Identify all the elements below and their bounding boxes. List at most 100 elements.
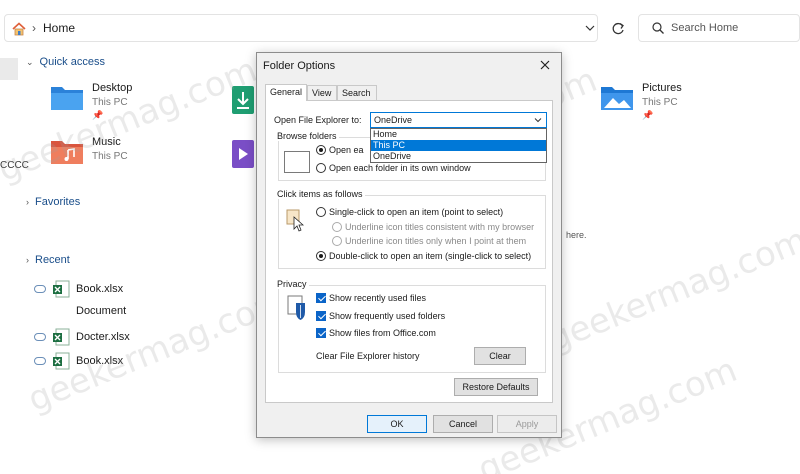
folder-tile-pictures[interactable]: Pictures This PC 📌 bbox=[600, 82, 682, 121]
cloud-icon bbox=[34, 333, 46, 341]
file-name: Book.xlsx bbox=[76, 355, 124, 367]
browse-preview-image bbox=[284, 151, 310, 173]
search-placeholder: Search Home bbox=[671, 22, 739, 34]
clear-history-label: Clear File Explorer history bbox=[316, 351, 420, 361]
excel-file-icon bbox=[53, 352, 70, 370]
list-item[interactable]: Book.xlsx bbox=[34, 280, 123, 298]
group-title: Privacy bbox=[275, 279, 309, 289]
sidebar-item-label: Favorites bbox=[35, 196, 81, 208]
tile-name: Desktop bbox=[92, 82, 133, 94]
tile-name: Music bbox=[92, 136, 121, 148]
radio-open-same-window[interactable]: Open ea bbox=[316, 145, 364, 155]
chevron-down-icon[interactable] bbox=[583, 21, 597, 35]
address-box[interactable]: › Home bbox=[4, 14, 598, 42]
pin-icon: 📌 bbox=[92, 110, 104, 120]
group-title: Browse folders bbox=[275, 131, 339, 141]
music-folder-icon bbox=[51, 141, 83, 164]
radio-label: Single-click to open an item (point to s… bbox=[329, 207, 504, 217]
excel-file-icon bbox=[53, 328, 70, 346]
radio-single-click[interactable]: Single-click to open an item (point to s… bbox=[316, 207, 503, 217]
apply-button: Apply bbox=[497, 415, 557, 433]
checkbox-label: Show recently used files bbox=[329, 293, 427, 303]
cloud-icon bbox=[34, 357, 46, 365]
cloud-icon bbox=[34, 285, 46, 293]
checkbox-indicator bbox=[316, 328, 326, 338]
radio-indicator bbox=[332, 236, 342, 246]
search-input[interactable]: Search Home bbox=[638, 14, 800, 42]
search-icon bbox=[652, 22, 664, 34]
tab-search[interactable]: Search bbox=[337, 85, 377, 101]
radio-label: Double-click to open an item (single-cli… bbox=[329, 251, 532, 261]
radio-label: Open each folder in its own window bbox=[329, 163, 471, 173]
breadcrumb-chevron-icon: › bbox=[32, 21, 36, 35]
tile-name: Pictures bbox=[642, 82, 682, 94]
file-name: Document bbox=[76, 305, 127, 317]
checkbox-label: Show frequently used folders bbox=[329, 311, 446, 321]
sidebar-item-recent[interactable]: › Recent bbox=[26, 254, 70, 266]
radio-indicator bbox=[316, 145, 326, 155]
pictures-folder-icon bbox=[601, 87, 633, 110]
truncated-text: CCCC bbox=[0, 160, 29, 171]
cancel-button[interactable]: Cancel bbox=[433, 415, 493, 433]
ok-button[interactable]: OK bbox=[367, 415, 427, 433]
watermark: geekermag.com bbox=[542, 219, 800, 361]
watermark: geekermag.com bbox=[22, 279, 293, 421]
address-bar: › Home Search Home bbox=[0, 8, 800, 48]
dropdown-option-onedrive[interactable]: OneDrive bbox=[371, 151, 546, 162]
clear-history-button[interactable]: Clear bbox=[474, 347, 526, 365]
pin-icon: 📌 bbox=[642, 110, 654, 120]
close-icon[interactable] bbox=[537, 57, 553, 73]
tab-general[interactable]: General bbox=[265, 84, 307, 101]
background-text-fragment: here. bbox=[566, 230, 587, 240]
general-tab-panel: Open File Explorer to: OneDrive Home Thi… bbox=[265, 100, 553, 403]
desktop-folder-icon bbox=[51, 87, 83, 110]
sidebar-item-label: Quick access bbox=[39, 56, 105, 68]
sidebar-selection-strip bbox=[0, 58, 18, 80]
group-title: Click items as follows bbox=[275, 189, 365, 199]
checkbox-indicator bbox=[316, 293, 326, 303]
sidebar-item-label: Recent bbox=[35, 254, 70, 266]
open-explorer-select[interactable]: OneDrive bbox=[370, 112, 547, 128]
checkbox-label: Show files from Office.com bbox=[329, 328, 436, 338]
checkbox-frequent-folders[interactable]: Show frequently used folders bbox=[316, 311, 445, 321]
checkbox-recent-files[interactable]: Show recently used files bbox=[316, 293, 426, 303]
click-pointer-icon bbox=[286, 209, 304, 232]
tile-location: This PC bbox=[92, 151, 128, 162]
radio-indicator bbox=[332, 222, 342, 232]
radio-label: Underline icon titles only when I point … bbox=[345, 236, 527, 246]
refresh-icon[interactable] bbox=[610, 21, 626, 37]
chevron-right-icon: › bbox=[26, 197, 29, 207]
radio-double-click[interactable]: Double-click to open an item (single-cli… bbox=[316, 251, 531, 261]
chevron-right-icon: › bbox=[26, 255, 29, 265]
list-item[interactable]: Document bbox=[34, 305, 126, 317]
dropdown-option-home[interactable]: Home bbox=[371, 129, 546, 140]
select-value: OneDrive bbox=[374, 115, 413, 125]
radio-label: Underline icon titles consistent with my… bbox=[345, 222, 535, 232]
excel-file-icon bbox=[53, 280, 70, 298]
breadcrumb-location[interactable]: Home bbox=[43, 21, 75, 35]
radio-open-own-window[interactable]: Open each folder in its own window bbox=[316, 163, 471, 173]
tile-location: This PC bbox=[642, 97, 678, 108]
videos-folder-icon[interactable] bbox=[232, 140, 254, 168]
tab-view[interactable]: View bbox=[307, 85, 337, 101]
downloads-folder-icon[interactable] bbox=[232, 86, 254, 114]
dialog-title: Folder Options bbox=[263, 60, 336, 72]
radio-underline-browser: Underline icon titles consistent with my… bbox=[332, 222, 534, 232]
radio-underline-point: Underline icon titles only when I point … bbox=[332, 236, 526, 246]
home-icon bbox=[12, 22, 26, 36]
folder-tile-desktop[interactable]: Desktop This PC 📌 bbox=[50, 82, 132, 121]
tile-location: This PC bbox=[92, 97, 128, 108]
sidebar-item-favorites[interactable]: › Favorites bbox=[26, 196, 80, 208]
folder-tile-music[interactable]: Music This PC bbox=[50, 136, 128, 166]
file-name: Docter.xlsx bbox=[76, 331, 130, 343]
checkbox-office-files[interactable]: Show files from Office.com bbox=[316, 328, 436, 338]
list-item[interactable]: Book.xlsx bbox=[34, 352, 123, 370]
sidebar-item-quick-access[interactable]: ⌄ Quick access bbox=[26, 56, 105, 68]
radio-indicator bbox=[316, 207, 326, 217]
folder-options-dialog: Folder Options General View Search Open … bbox=[256, 52, 562, 438]
restore-defaults-button[interactable]: Restore Defaults bbox=[454, 378, 538, 396]
dropdown-option-this-pc[interactable]: This PC bbox=[371, 140, 546, 151]
open-explorer-label: Open File Explorer to: bbox=[274, 115, 362, 125]
chevron-down-icon bbox=[534, 118, 542, 123]
list-item[interactable]: Docter.xlsx bbox=[34, 328, 130, 346]
